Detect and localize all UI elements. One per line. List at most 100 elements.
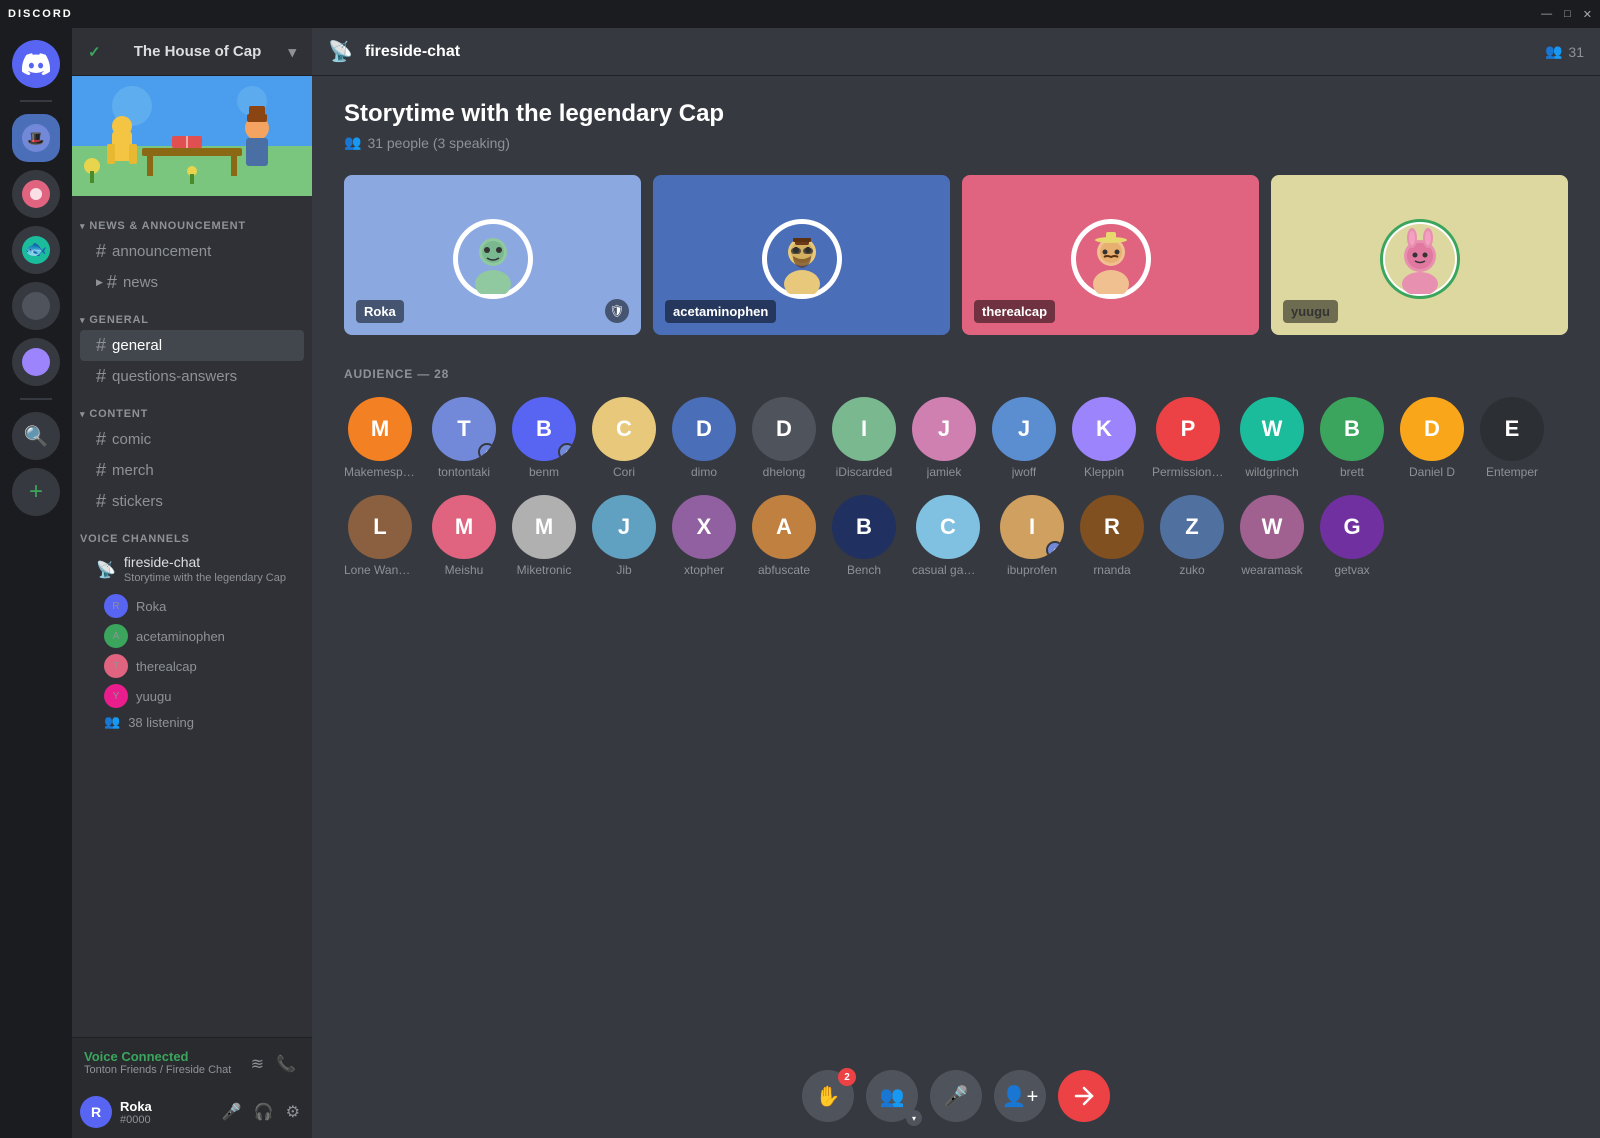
group-label-news: NEWS & ANNOUNCEMENT — [89, 220, 246, 232]
audience-member-13[interactable]: DDaniel D — [1400, 397, 1464, 479]
main-content: 📡 fireside-chat 👥 31 Storytime with the … — [312, 28, 1600, 1138]
leave-stage-btn[interactable] — [1058, 1070, 1110, 1122]
speaker-avatar-acet — [762, 219, 842, 299]
raise-hand-btn[interactable]: ✋ 2 — [802, 1070, 854, 1122]
audience-member-1[interactable]: T♦tontontaki — [432, 397, 496, 479]
channel-members-count: 👥 31 — [1545, 43, 1584, 60]
audience-member-3[interactable]: C Cori — [592, 397, 656, 479]
window-controls: — □ ✕ — [1541, 8, 1592, 21]
audience-member-0[interactable]: MMakemespeakrr — [344, 397, 416, 479]
channel-questions[interactable]: # questions-answers — [80, 361, 304, 392]
channel-announcement[interactable]: # announcement — [80, 236, 304, 267]
audience-avatar-12: B — [1320, 397, 1384, 461]
hash-icon: # — [96, 429, 106, 450]
audience-member-22[interactable]: Ccasual gamer — [912, 495, 984, 577]
audience-name-20: abfuscate — [758, 563, 810, 577]
channel-general[interactable]: # general — [80, 330, 304, 361]
audience-member-26[interactable]: Wwearamask — [1240, 495, 1304, 577]
add-speaker-btn[interactable]: 👤+ — [994, 1070, 1046, 1122]
audience-avatar-3: C — [592, 397, 656, 461]
audience-member-18[interactable]: JJib — [592, 495, 656, 577]
nav-icon-server1[interactable]: 🎩 — [12, 114, 60, 162]
speaker-card-acet[interactable]: acetaminophen — [653, 175, 950, 335]
close-btn[interactable]: ✕ — [1583, 8, 1592, 21]
voice-section-header: VOICE CHANNELS — [72, 517, 312, 549]
voice-connected-bar: Voice Connected Tonton Friends / Firesid… — [72, 1037, 312, 1086]
audience-member-27[interactable]: Ggetvax — [1320, 495, 1384, 577]
audience-member-6[interactable]: IiDiscarded — [832, 397, 896, 479]
microphone-btn[interactable]: 🎤 — [930, 1070, 982, 1122]
server-header[interactable]: ✓ The House of Cap ▾ — [72, 28, 312, 76]
voice-connected-status: Voice Connected — [84, 1049, 231, 1064]
voice-waves-btn[interactable]: ≋ — [247, 1050, 268, 1078]
speaker-name-acet: acetaminophen — [665, 300, 776, 323]
audience-member-7[interactable]: Jjamiek — [912, 397, 976, 479]
audience-member-5[interactable]: Ddhelong — [752, 397, 816, 479]
audience-member-23[interactable]: I♦ibuprofen — [1000, 495, 1064, 577]
voice-phone-btn[interactable]: 📞 — [272, 1050, 300, 1078]
audience-avatar-6: I — [832, 397, 896, 461]
channel-group-content[interactable]: ▾ CONTENT — [72, 392, 312, 424]
audience-member-25[interactable]: Zzuko — [1160, 495, 1224, 577]
audience-member-4[interactable]: Ddimo — [672, 397, 736, 479]
settings-btn[interactable]: ⚙ — [282, 1098, 304, 1126]
voice-user-therealcap[interactable]: T therealcap — [96, 651, 312, 681]
channel-group-news[interactable]: ▾ NEWS & ANNOUNCEMENT — [72, 204, 312, 236]
audience-member-20[interactable]: Aabfuscate — [752, 495, 816, 577]
voice-user-acet[interactable]: A acetaminophen — [96, 621, 312, 651]
audience-badge-1: ♦ — [478, 443, 496, 461]
voice-channel-subtitle: Storytime with the legendary Cap — [124, 570, 286, 586]
stage-area: Storytime with the legendary Cap 👥 31 pe… — [312, 76, 1600, 1054]
audience-member-2[interactable]: B♦benm — [512, 397, 576, 479]
audience-avatar-27: G — [1320, 495, 1384, 559]
channel-stickers[interactable]: # stickers — [80, 486, 304, 517]
audience-member-21[interactable]: BBench — [832, 495, 896, 577]
audience-avatar-22: C — [916, 495, 980, 559]
nav-icon-add[interactable]: + — [12, 468, 60, 516]
audience-member-14[interactable]: EEntemper — [1480, 397, 1544, 479]
nav-icon-discord[interactable] — [12, 40, 60, 88]
audience-member-8[interactable]: Jjwoff — [992, 397, 1056, 479]
audience-member-11[interactable]: Wwildgrinch — [1240, 397, 1304, 479]
voice-user-roka[interactable]: R Roka — [96, 591, 312, 621]
audience-member-12[interactable]: Bbrett — [1320, 397, 1384, 479]
speaker-card-therealcap[interactable]: therealcap — [962, 175, 1259, 335]
dropdown-icon: ▾ — [906, 1110, 922, 1126]
group-arrow-content: ▾ — [80, 409, 85, 420]
channel-group-general[interactable]: ▾ GENERAL — [72, 298, 312, 330]
nav-icon-server2[interactable] — [12, 170, 60, 218]
minimize-btn[interactable]: — — [1541, 8, 1552, 21]
audience-member-19[interactable]: Xxtopher — [672, 495, 736, 577]
speaker-card-yuugu[interactable]: yuugu — [1271, 175, 1568, 335]
invite-btn[interactable]: 👥 ▾ — [866, 1070, 918, 1122]
voice-user-yuugu[interactable]: Y yuugu — [96, 681, 312, 711]
voice-channel-fireside[interactable]: 📡 fireside-chat Storytime with the legen… — [80, 549, 304, 591]
audience-avatar-1: T♦ — [432, 397, 496, 461]
voice-channel-icon: 📡 — [96, 560, 116, 580]
user-tag: #0000 — [120, 1114, 210, 1126]
nav-icon-search[interactable]: 🔍 — [12, 412, 60, 460]
channel-comic[interactable]: # comic — [80, 424, 304, 455]
audience-section: AUDIENCE — 28 MMakemespeakrrT♦tontontaki… — [344, 367, 1568, 577]
channel-merch[interactable]: # merch — [80, 455, 304, 486]
deafen-btn[interactable]: 🎧 — [250, 1098, 278, 1126]
audience-member-9[interactable]: KKleppin — [1072, 397, 1136, 479]
audience-member-17[interactable]: MMiketronic — [512, 495, 576, 577]
channel-news[interactable]: ▶ # news — [80, 267, 304, 298]
nav-icon-server4[interactable] — [12, 282, 60, 330]
mute-btn[interactable]: 🎤 — [218, 1098, 246, 1126]
audience-member-10[interactable]: PPermission Man — [1152, 397, 1224, 479]
audience-name-26: wearamask — [1241, 563, 1302, 577]
audience-name-3: Cori — [613, 465, 635, 479]
stage-controls: ✋ 2 👥 ▾ 🎤 👤+ — [312, 1054, 1600, 1138]
speaker-card-roka[interactable]: Roka 🛡 — [344, 175, 641, 335]
svg-text:🐟: 🐟 — [25, 239, 47, 259]
audience-member-16[interactable]: MMeishu — [432, 495, 496, 577]
channel-name: comic — [112, 431, 151, 448]
nav-icon-server5[interactable] — [12, 338, 60, 386]
speaker-avatar-yuugu — [1380, 219, 1460, 299]
nav-icon-server3[interactable]: 🐟 — [12, 226, 60, 274]
audience-member-15[interactable]: LLone Wanderer — [344, 495, 416, 577]
maximize-btn[interactable]: □ — [1564, 8, 1571, 21]
audience-member-24[interactable]: Rrnanda — [1080, 495, 1144, 577]
